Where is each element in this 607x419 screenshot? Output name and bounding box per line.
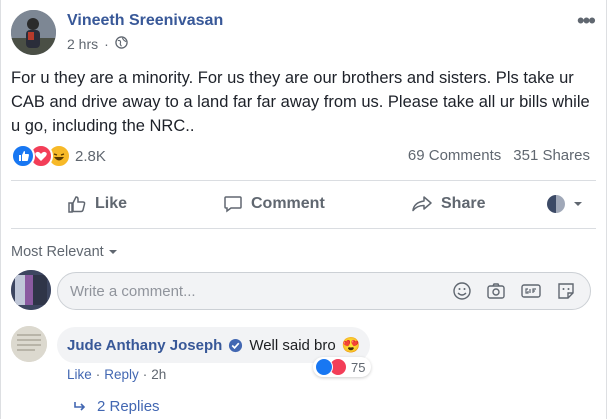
like-reaction-icon: [315, 358, 333, 376]
thumbs-up-icon: [68, 196, 86, 213]
comment-time[interactable]: 2h: [151, 367, 166, 382]
comment-reaction-count: 75: [351, 359, 366, 375]
replies-count: 2 Replies: [97, 398, 160, 415]
comment-author[interactable]: Jude Anthany Joseph: [67, 337, 222, 354]
comment-actions: Like · Reply · 2h: [67, 367, 166, 382]
comment-reactions[interactable]: 75: [313, 357, 372, 377]
comment-sort-dropdown[interactable]: Most Relevant: [11, 244, 118, 260]
globe-icon[interactable]: [115, 36, 128, 52]
like-button[interactable]: Like: [67, 194, 127, 214]
post-meta: 2 hrs ·: [67, 36, 128, 52]
post-time[interactable]: 2 hrs: [67, 36, 98, 52]
author-avatar[interactable]: [11, 10, 56, 55]
dot-separator: ·: [95, 367, 101, 382]
comment-label: Comment: [251, 195, 325, 212]
more-options-icon[interactable]: •••: [577, 8, 596, 34]
comment-placeholder: Write a comment...: [70, 283, 196, 300]
caret-down-icon: [108, 250, 117, 254]
share-arrow-icon: [412, 196, 432, 212]
dot-separator: ·: [104, 36, 109, 52]
comment-input-icons: [452, 281, 576, 301]
comment-like-link[interactable]: Like: [67, 367, 92, 382]
comment-input[interactable]: Write a comment...: [57, 272, 591, 310]
heart-eyes-emoji: 😍: [341, 337, 361, 354]
post-stats: 69 Comments 351 Shares: [408, 147, 590, 164]
chevron-down-icon: [574, 202, 582, 206]
view-replies-link[interactable]: 2 Replies: [73, 398, 160, 415]
comment-sort-label: Most Relevant: [11, 244, 104, 260]
emoji-icon[interactable]: [452, 281, 472, 301]
divider: [11, 180, 596, 181]
share-button[interactable]: Share: [411, 194, 485, 214]
commenter-avatar[interactable]: [11, 270, 51, 310]
gif-icon[interactable]: [520, 281, 542, 301]
comment-icon: [224, 196, 242, 213]
like-label: Like: [95, 195, 128, 212]
post-reactions[interactable]: 2.8K: [11, 144, 106, 168]
like-reaction-icon: [11, 144, 35, 168]
divider: [11, 228, 596, 229]
author-name[interactable]: Vineeth Sreenivasan: [67, 12, 223, 30]
reply-arrow-icon: [74, 401, 86, 411]
verified-badge-icon: [229, 338, 243, 352]
sticker-icon[interactable]: [556, 281, 576, 301]
post-text: For u they are a minority. For us they a…: [11, 69, 590, 135]
comment-text: Well said bro: [249, 336, 336, 354]
share-label: Share: [441, 195, 486, 212]
page-avatar-icon: [547, 195, 565, 213]
dot-separator: ·: [142, 367, 148, 382]
facebook-post: Vineeth Sreenivasan 2 hrs · ••• For u th…: [0, 0, 607, 419]
reaction-count: 2.8K: [75, 147, 106, 165]
post-actions: Like Comment Share: [11, 184, 596, 224]
comment-reply-link[interactable]: Reply: [104, 367, 139, 382]
camera-icon[interactable]: [486, 281, 506, 301]
reaction-selector[interactable]: [547, 195, 583, 213]
comment-button[interactable]: Comment: [223, 194, 325, 214]
shares-count[interactable]: 351 Shares: [513, 147, 590, 164]
comments-count[interactable]: 69 Comments: [408, 147, 501, 164]
reply-author-avatar[interactable]: [11, 326, 47, 362]
